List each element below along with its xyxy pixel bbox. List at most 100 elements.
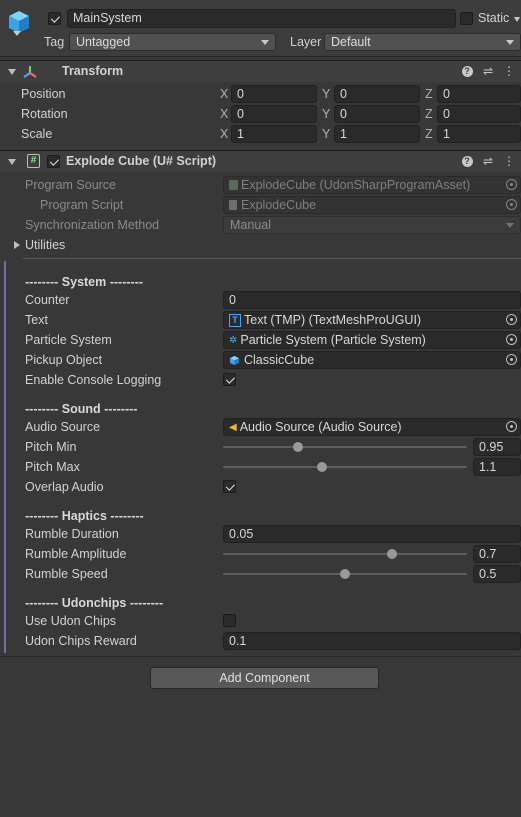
axis-x-label[interactable]: X — [220, 107, 228, 121]
position-y-field[interactable]: 0 — [334, 85, 420, 103]
layer-value: Default — [331, 35, 371, 49]
axis-z-label[interactable]: Z — [425, 87, 433, 101]
slider-thumb[interactable] — [340, 569, 350, 579]
static-dropdown-arrow[interactable] — [514, 17, 520, 22]
audio-source-value: Audio Source (Audio Source) — [239, 419, 402, 434]
slider-thumb[interactable] — [316, 462, 327, 472]
object-picker-icon[interactable] — [506, 314, 517, 325]
active-checkbox[interactable] — [48, 12, 61, 25]
rotation-label: Rotation — [21, 107, 68, 121]
gameobject-name-field[interactable]: MainSystem — [67, 9, 456, 28]
rumble-amplitude-field[interactable]: 0.7 — [473, 545, 521, 563]
position-z-field[interactable]: 0 — [437, 85, 521, 103]
slider-track — [223, 446, 467, 448]
haptics-heading: -------- Haptics -------- — [25, 509, 144, 523]
tag-dropdown[interactable]: Untagged — [69, 33, 276, 51]
slider-thumb[interactable] — [386, 549, 397, 559]
layer-dropdown[interactable]: Default — [324, 33, 521, 51]
rotation-y-field[interactable]: 0 — [334, 105, 420, 123]
udonchips-heading: -------- Udonchips -------- — [25, 596, 164, 610]
text-icon: T — [229, 313, 241, 327]
rumble-speed-label: Rumble Speed — [25, 567, 108, 581]
foldout-arrow-icon[interactable] — [8, 159, 16, 165]
pitch-min-field[interactable]: 0.95 — [473, 438, 521, 456]
axis-x-label[interactable]: X — [220, 127, 228, 141]
scale-y-field[interactable]: 1 — [334, 125, 420, 143]
rotation-x-field[interactable]: 0 — [231, 105, 317, 123]
axis-z-label[interactable]: Z — [425, 107, 433, 121]
object-picker-icon[interactable] — [506, 334, 517, 345]
scale-z-field[interactable]: 1 — [437, 125, 521, 143]
audio-source-label: Audio Source — [25, 420, 101, 434]
pitch-min-label: Pitch Min — [25, 440, 77, 454]
axis-x-label[interactable]: X — [220, 87, 228, 101]
counter-label: Counter — [25, 293, 70, 307]
transform-axes-icon — [23, 66, 37, 78]
sound-heading: -------- Sound -------- — [25, 402, 138, 416]
text-label: Text — [25, 313, 48, 327]
slider-track — [223, 466, 467, 468]
rumble-speed-slider[interactable] — [223, 567, 467, 581]
section-accent-bar — [4, 261, 6, 653]
axis-y-label[interactable]: Y — [322, 107, 330, 121]
script-title: Explode Cube (U# Script) — [66, 154, 217, 168]
tag-value: Untagged — [76, 35, 131, 49]
udon-chips-reward-field[interactable]: 0.1 — [223, 632, 521, 650]
script-header[interactable]: # Explode Cube (U# Script) ? ⇌ ⋮ — [0, 150, 521, 172]
rumble-amplitude-slider[interactable] — [223, 547, 467, 561]
kebab-menu-icon[interactable]: ⋮ — [503, 64, 515, 78]
object-picker-icon[interactable] — [506, 421, 517, 432]
kebab-menu-icon[interactable]: ⋮ — [503, 154, 515, 168]
particle-label: Particle System — [25, 333, 112, 347]
overlap-checkbox[interactable] — [223, 480, 236, 493]
utilities-foldout-icon[interactable] — [14, 241, 20, 249]
pitch-min-slider[interactable] — [223, 440, 467, 454]
cube-icon — [229, 355, 240, 365]
pitch-max-slider[interactable] — [223, 460, 467, 474]
counter-field[interactable]: 0 — [223, 291, 521, 309]
logging-label: Enable Console Logging — [25, 373, 162, 387]
logging-checkbox[interactable] — [223, 373, 236, 386]
settings-sliders-icon[interactable]: ⇌ — [482, 64, 494, 78]
foldout-arrow-icon[interactable] — [8, 69, 16, 75]
help-icon[interactable]: ? — [461, 65, 473, 77]
settings-sliders-icon[interactable]: ⇌ — [482, 154, 494, 168]
udon-chips-reward-label: Udon Chips Reward — [25, 634, 137, 648]
axis-z-label[interactable]: Z — [425, 127, 433, 141]
rumble-duration-field[interactable]: 0.05 — [223, 525, 521, 543]
axis-y-label[interactable]: Y — [322, 127, 330, 141]
axis-y-label[interactable]: Y — [322, 87, 330, 101]
slider-thumb[interactable] — [293, 442, 304, 452]
audio-source-field[interactable]: ◀ Audio Source (Audio Source) — [223, 418, 521, 436]
pitch-max-label: Pitch Max — [25, 460, 80, 474]
object-picker-icon — [506, 199, 517, 210]
position-x-field[interactable]: 0 — [231, 85, 317, 103]
chevron-down-icon — [261, 40, 269, 45]
object-picker-icon[interactable] — [506, 354, 517, 365]
rumble-duration-label: Rumble Duration — [25, 527, 119, 541]
script-file-icon — [229, 200, 237, 210]
help-icon[interactable]: ? — [461, 155, 473, 167]
rotation-z-field[interactable]: 0 — [437, 105, 521, 123]
static-checkbox[interactable] — [460, 12, 473, 25]
rumble-speed-field[interactable]: 0.5 — [473, 565, 521, 583]
program-script-label: Program Script — [40, 198, 124, 212]
script-enabled-checkbox[interactable] — [47, 155, 60, 168]
transform-header[interactable]: Transform ? ⇌ ⋮ — [0, 60, 521, 82]
utilities-label[interactable]: Utilities — [25, 238, 65, 252]
sync-method-value: Manual — [230, 218, 271, 232]
chevron-down-icon — [506, 223, 514, 228]
program-source-value: ExplodeCube (UdonSharpProgramAsset) — [241, 177, 471, 192]
slider-track — [223, 553, 467, 555]
pitch-max-field[interactable]: 1.1 — [473, 458, 521, 476]
tag-label: Tag — [44, 35, 65, 49]
scale-x-field[interactable]: 1 — [231, 125, 317, 143]
pickup-field[interactable]: ClassicCube — [223, 351, 521, 369]
add-component-button[interactable]: Add Component — [150, 667, 379, 689]
program-script-value: ExplodeCube — [241, 197, 317, 212]
use-udon-chips-checkbox[interactable] — [223, 614, 236, 627]
icon-dropdown-arrow[interactable] — [13, 31, 21, 36]
text-field[interactable]: T Text (TMP) (TextMeshProUGUI) — [223, 311, 521, 329]
script-header-icons: ? ⇌ ⋮ — [461, 154, 515, 168]
particle-field[interactable]: ✲ Particle System (Particle System) — [223, 331, 521, 349]
